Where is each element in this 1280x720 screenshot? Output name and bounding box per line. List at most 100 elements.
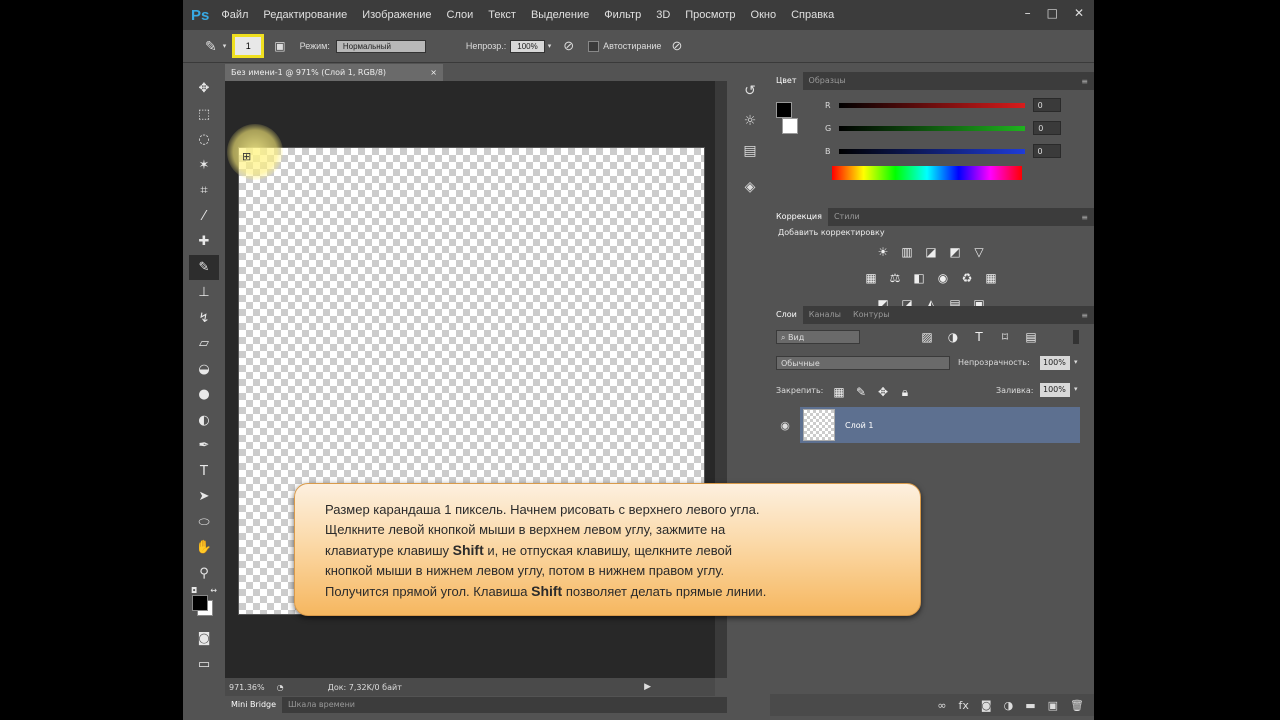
auto-erase-checkbox[interactable] (588, 40, 600, 52)
eyedropper-tool-icon[interactable]: ⁄ (189, 204, 219, 230)
tab-layers[interactable]: Слои (770, 306, 803, 324)
foreground-color-swatch[interactable] (192, 595, 208, 611)
zoom-tool-icon[interactable]: ⚲ (189, 561, 219, 587)
menu-layers[interactable]: Слои (447, 9, 474, 21)
tool-preset-dropdown-icon[interactable]: ▾ (223, 42, 227, 50)
lock-pixels-icon[interactable]: ✎ (852, 384, 870, 400)
exposure-icon[interactable]: ◩ (946, 244, 964, 260)
red-value[interactable]: 0 (1032, 98, 1061, 112)
pen-tool-icon[interactable]: ✒ (189, 433, 219, 459)
curves-icon[interactable]: ◪ (922, 244, 940, 260)
menu-select[interactable]: Выделение (531, 9, 589, 21)
brush-size-field[interactable]: 1 (232, 34, 265, 58)
menu-text[interactable]: Текст (488, 9, 516, 21)
dodge-tool-icon[interactable]: ◐ (189, 408, 219, 434)
tab-swatches[interactable]: Образцы (803, 72, 852, 90)
maximize-icon[interactable]: □ (1047, 6, 1058, 20)
channel-mixer-icon[interactable]: ♻ (958, 270, 976, 286)
status-menu-arrow-icon[interactable]: ▶ (644, 682, 651, 692)
healing-brush-tool-icon[interactable]: ✚ (189, 229, 219, 255)
quick-mask-icon[interactable]: ◙ (189, 626, 219, 652)
menu-edit[interactable]: Редактирование (263, 9, 347, 21)
color-balance-icon[interactable]: ⚖ (886, 270, 904, 286)
lock-all-icon[interactable]: 🔒︎ (896, 384, 914, 400)
tab-channels[interactable]: Каналы (803, 306, 847, 324)
adjustment-icon[interactable]: ◑ (1004, 699, 1014, 712)
levels-icon[interactable]: ▥ (898, 244, 916, 260)
menu-3d[interactable]: 3D (656, 9, 670, 21)
panel-menu-icon[interactable]: ≡ (1081, 77, 1088, 86)
blue-value[interactable]: 0 (1032, 144, 1061, 158)
folder-icon[interactable]: ▬ (1025, 699, 1035, 712)
tab-timeline[interactable]: Шкала времени (282, 697, 361, 713)
color-spectrum[interactable] (832, 166, 1022, 180)
close-tab-icon[interactable]: × (430, 64, 437, 81)
green-value[interactable]: 0 (1033, 121, 1062, 135)
pixel-filter-icon[interactable]: ▨ (918, 329, 936, 345)
hand-tool-icon[interactable]: ✋ (189, 535, 219, 561)
type-tool-icon[interactable]: T (189, 459, 219, 485)
trash-icon[interactable]: 🗑︎ (1070, 699, 1084, 712)
close-icon[interactable]: ✕ (1074, 6, 1084, 20)
info-icon[interactable]: ▤ (733, 136, 767, 166)
lock-transparent-icon[interactable]: ▦ (830, 384, 848, 400)
eraser-tool-icon[interactable]: ▱ (189, 331, 219, 357)
fill-input[interactable]: 100% (1040, 383, 1070, 397)
color-swatches[interactable]: ◘ ↔ (189, 586, 219, 626)
foreground-color-swatch[interactable] (776, 102, 792, 118)
history-icon[interactable]: ↺ (733, 76, 767, 106)
red-slider[interactable] (838, 102, 1025, 108)
mask-icon[interactable]: ◙ (981, 699, 992, 712)
quick-select-tool-icon[interactable]: ✶ (189, 153, 219, 179)
layer-filter-select[interactable]: ⌕ Вид (776, 330, 860, 344)
menu-image[interactable]: Изображение (362, 9, 431, 21)
layer-name[interactable]: Слой 1 (845, 421, 873, 430)
black-white-icon[interactable]: ◧ (910, 270, 928, 286)
visibility-eye-icon[interactable]: ◉ (770, 407, 800, 443)
type-filter-icon[interactable]: T (970, 329, 988, 345)
blur-tool-icon[interactable]: ● (189, 382, 219, 408)
tab-styles[interactable]: Стили (828, 208, 866, 226)
lasso-tool-icon[interactable]: ◌ (189, 127, 219, 153)
menu-view[interactable]: Просмотр (685, 9, 735, 21)
panel-menu-icon[interactable]: ≡ (1081, 311, 1088, 320)
menu-filter[interactable]: Фильтр (604, 9, 641, 21)
layer-opacity-input[interactable]: 100% (1040, 356, 1070, 370)
adjustment-filter-icon[interactable]: ◑ (944, 329, 962, 345)
color-lookup-icon[interactable]: ▦ (982, 270, 1000, 286)
menu-help[interactable]: Справка (791, 9, 834, 21)
new-layer-icon[interactable]: ▣ (1048, 699, 1058, 712)
tab-color[interactable]: Цвет (770, 72, 803, 90)
path-select-tool-icon[interactable]: ➤ (189, 484, 219, 510)
vibrance-icon[interactable]: ▽ (970, 244, 988, 260)
menu-window[interactable]: Окно (751, 9, 777, 21)
lock-position-icon[interactable]: ✥ (874, 384, 892, 400)
zoom-level[interactable]: 971.36% (229, 683, 265, 692)
opacity-input[interactable]: 100% (510, 39, 545, 53)
menu-file[interactable]: Файл (221, 9, 248, 21)
screen-mode-icon[interactable]: ▭ (189, 652, 219, 678)
marquee-tool-icon[interactable]: ⬚ (189, 102, 219, 128)
tab-mini-bridge[interactable]: Mini Bridge (225, 697, 283, 713)
swap-colors-icon[interactable]: ↔ (210, 586, 217, 595)
blend-mode-select[interactable]: Обычные (776, 356, 950, 370)
actions-icon[interactable]: ◈ (733, 172, 767, 202)
stamp-tool-icon[interactable]: ⊥ (189, 280, 219, 306)
link-icon[interactable]: ∞ (937, 699, 946, 712)
move-tool-icon[interactable]: ✥ (189, 76, 219, 102)
photo-filter-icon[interactable]: ◉ (934, 270, 952, 286)
pressure-opacity-icon[interactable]: ⊘ (563, 38, 574, 54)
panel-menu-icon[interactable]: ≡ (1081, 213, 1088, 222)
smart-filter-icon[interactable]: ▤ (1022, 329, 1040, 345)
pencil-tool-icon[interactable]: ✎ (189, 254, 219, 280)
pressure-size-icon[interactable]: ⊘ (671, 38, 682, 54)
blue-slider[interactable] (838, 148, 1025, 154)
paint-bucket-tool-icon[interactable]: ◒ (189, 357, 219, 383)
layer-opacity-dropdown-icon[interactable]: ▾ (1074, 358, 1078, 366)
shape-filter-icon[interactable]: ⌑ (996, 329, 1014, 345)
brightness-icon[interactable]: ☀ (874, 244, 892, 260)
fill-dropdown-icon[interactable]: ▾ (1074, 385, 1078, 393)
doc-info[interactable]: Док: 7,32K/0 байт (328, 683, 402, 692)
tab-adjustments[interactable]: Коррекция (770, 208, 828, 226)
ellipse-tool-icon[interactable]: ⬭ (189, 510, 219, 536)
